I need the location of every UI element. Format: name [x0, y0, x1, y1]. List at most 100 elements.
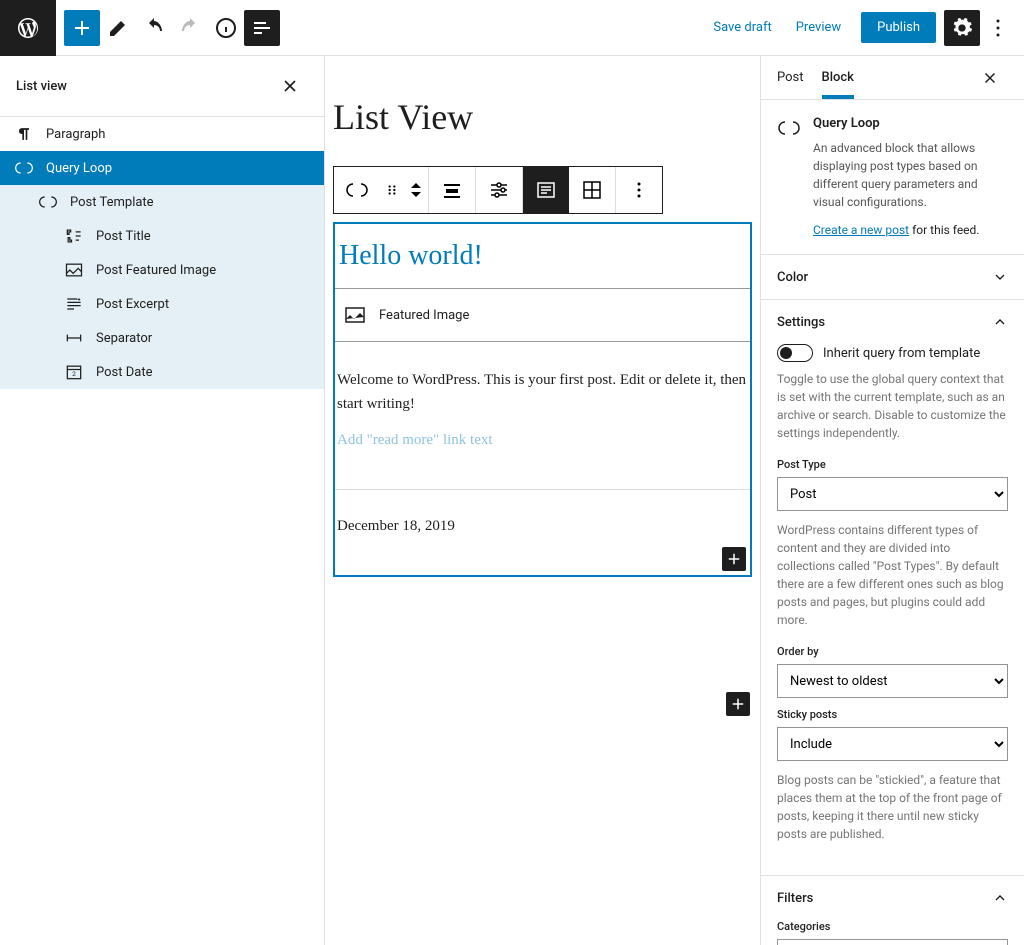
sidebar-tabs: Post Block [761, 56, 1024, 100]
categories-label: Categories [777, 920, 1008, 933]
list-view-title: List view [16, 79, 67, 94]
tree-item-post-excerpt[interactable]: Post Excerpt [0, 287, 324, 321]
inherit-query-toggle[interactable] [777, 344, 813, 362]
categories-input[interactable] [777, 939, 1008, 945]
plus-icon [725, 550, 743, 568]
edit-icon [106, 16, 130, 40]
plus-icon [729, 695, 747, 713]
create-new-post-link[interactable]: Create a new post [813, 223, 909, 237]
redo-button[interactable] [172, 10, 208, 46]
options-button[interactable] [980, 10, 1016, 46]
order-by-label: Order by [777, 645, 1008, 658]
undo-button[interactable] [136, 10, 172, 46]
close-list-view-button[interactable] [272, 68, 308, 104]
query-loop-block[interactable]: Hello world! Featured Image Welcome to W… [333, 222, 752, 577]
post-type-select[interactable]: Post [777, 477, 1008, 511]
list-view-header: List view [0, 56, 324, 117]
details-button[interactable] [208, 10, 244, 46]
block-type-button[interactable] [334, 167, 380, 213]
tree-item-post-title[interactable]: Post Title [0, 219, 324, 253]
post-title-block[interactable]: Hello world! [335, 224, 750, 288]
plus-icon [70, 16, 94, 40]
inherit-query-help: Toggle to use the global query context t… [777, 370, 1008, 442]
close-icon [280, 76, 300, 96]
block-name: Query Loop [813, 116, 1008, 131]
more-vertical-icon [986, 16, 1010, 40]
excerpt-icon [62, 292, 86, 316]
chevron-down-icon [411, 191, 421, 197]
separator-icon [62, 326, 86, 350]
wordpress-logo[interactable] [0, 0, 56, 56]
settings-panel-toggle[interactable]: Settings [761, 300, 1024, 344]
sticky-posts-help: Blog posts can be "stickied", a feature … [777, 771, 1008, 843]
settings-button[interactable] [944, 10, 980, 46]
tools-button[interactable] [100, 10, 136, 46]
preview-button[interactable]: Preview [784, 12, 853, 43]
publish-button[interactable]: Publish [861, 12, 936, 43]
chevron-up-icon [992, 890, 1008, 906]
filters-panel-toggle[interactable]: Filters [761, 876, 1024, 920]
loop-icon [36, 190, 60, 214]
tree-item-post-featured-image[interactable]: Post Featured Image [0, 253, 324, 287]
order-by-select[interactable]: Newest to oldest [777, 664, 1008, 698]
color-panel-toggle[interactable]: Color [761, 255, 1024, 299]
chevron-up-icon [411, 183, 421, 189]
tab-block[interactable]: Block [822, 56, 854, 99]
filters-panel: Filters Categories [761, 875, 1024, 945]
page-title[interactable]: List View [333, 96, 752, 138]
block-description: Query Loop An advanced block that allows… [761, 100, 1024, 254]
list-view-button[interactable] [244, 10, 280, 46]
tab-post[interactable]: Post [777, 56, 804, 99]
color-panel: Color [761, 254, 1024, 299]
gear-icon [951, 17, 973, 39]
tree-item-paragraph[interactable]: Paragraph [0, 117, 324, 151]
add-child-block-button[interactable] [722, 547, 746, 571]
align-button[interactable] [429, 167, 475, 213]
tree-item-post-date[interactable]: 2Post Date [0, 355, 324, 389]
create-post-suffix: for this feed. [909, 223, 979, 237]
featured-image-block[interactable]: Featured Image [335, 288, 750, 342]
undo-icon [142, 16, 166, 40]
add-sibling-block-button[interactable] [726, 692, 750, 716]
grid-layout-button[interactable] [569, 167, 615, 213]
tree-item-separator[interactable]: Separator [0, 321, 324, 355]
info-icon [214, 16, 238, 40]
settings-panel: Settings Inherit query from template Tog… [761, 299, 1024, 875]
featured-image-icon [343, 303, 367, 327]
post-excerpt-block[interactable]: Welcome to WordPress. This is your first… [335, 342, 750, 424]
featured-image-icon [62, 258, 86, 282]
editor-canvas: List View Hello world! [325, 56, 760, 945]
block-toolbar [333, 166, 663, 214]
tree-item-post-template[interactable]: Post Template [0, 185, 324, 219]
close-sidebar-button[interactable] [972, 60, 1008, 96]
read-more-placeholder[interactable]: Add "read more" link text [335, 424, 750, 489]
tree-item-query-loop[interactable]: Query Loop [0, 151, 324, 185]
block-icon [777, 116, 801, 238]
redo-icon [178, 16, 202, 40]
more-vertical-icon [627, 178, 651, 202]
drag-handle-button[interactable] [380, 167, 404, 213]
chevron-down-icon [992, 269, 1008, 285]
svg-text:2: 2 [72, 370, 76, 378]
paragraph-icon [12, 122, 36, 146]
list-layout-button[interactable] [523, 167, 569, 213]
settings-sliders-icon [487, 178, 511, 202]
drag-icon [385, 183, 399, 197]
sticky-posts-label: Sticky posts [777, 708, 1008, 721]
more-options-button[interactable] [616, 167, 662, 213]
move-block-button[interactable] [404, 167, 428, 213]
list-view-icon [250, 16, 274, 40]
add-block-button[interactable] [64, 10, 100, 46]
loop-icon [777, 116, 801, 140]
inherit-query-label: Inherit query from template [823, 346, 980, 361]
settings-sidebar: Post Block Query Loop An advanced block … [760, 56, 1024, 945]
loop-icon [12, 156, 36, 180]
list-view-panel: List view ParagraphQuery LoopPost Templa… [0, 56, 325, 945]
save-draft-button[interactable]: Save draft [701, 12, 783, 43]
display-settings-button[interactable] [476, 167, 522, 213]
block-tree: ParagraphQuery LoopPost TemplatePost Tit… [0, 117, 324, 945]
top-toolbar: Save draft Preview Publish [0, 0, 1024, 56]
post-date-block[interactable]: December 18, 2019 [335, 490, 750, 575]
list-layout-icon [534, 178, 558, 202]
sticky-posts-select[interactable]: Include [777, 727, 1008, 761]
